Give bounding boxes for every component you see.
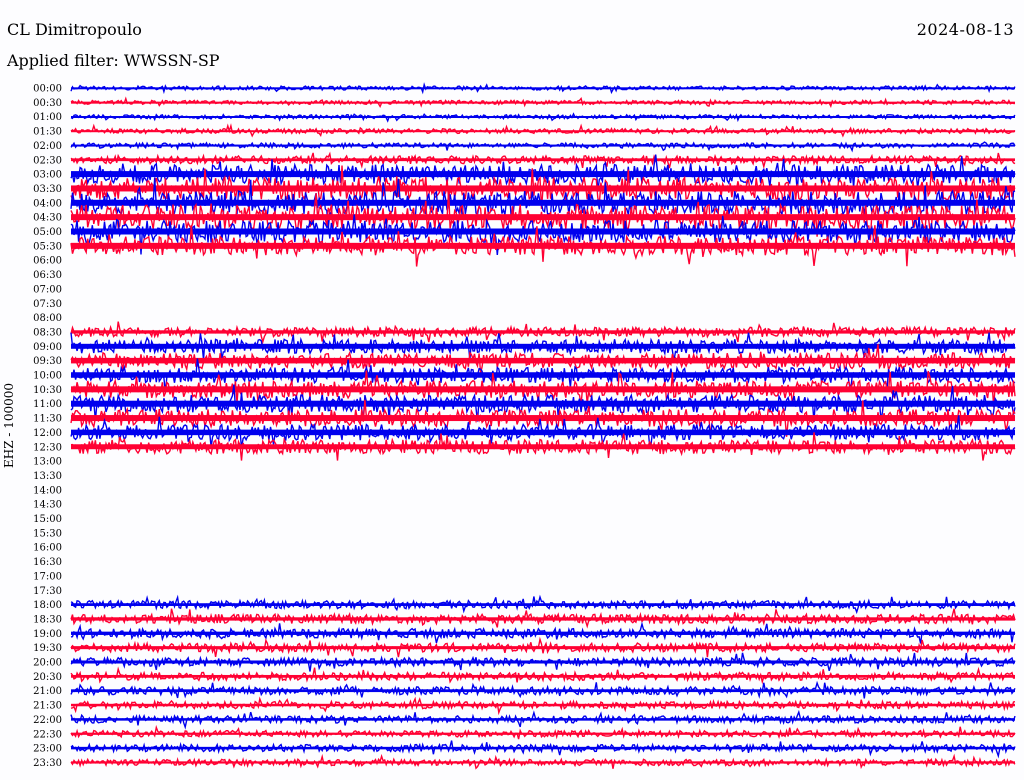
time-tick-label: 00:00 [33,84,62,95]
time-tick-label: 20:00 [33,658,62,669]
trace-baseline [71,130,1015,133]
trace-baseline [71,185,1015,192]
trace-baseline [71,415,1015,422]
time-tick-label: 17:00 [33,571,62,582]
trace-baseline [71,386,1015,393]
trace-baseline [71,158,1015,162]
trace-baseline [71,343,1015,349]
time-tick-label: 09:00 [33,342,62,353]
trace-baseline [71,703,1015,707]
time-tick-label: 22:00 [33,715,62,726]
time-tick-label: 17:30 [33,586,62,597]
trace-baseline [71,357,1015,364]
time-tick-label: 16:00 [33,543,62,554]
trace-baseline [71,746,1015,750]
trace-baseline [71,603,1015,606]
trace-baseline [71,372,1015,378]
trace-baseline [71,330,1015,334]
trace-baseline [71,761,1015,764]
trace-baseline [71,646,1015,650]
time-tick-label: 08:30 [33,327,62,338]
trace-baseline [71,144,1015,147]
time-tick-label: 07:00 [33,284,62,295]
trace-baseline [71,101,1015,104]
time-tick-label: 09:30 [33,356,62,367]
time-tick-label: 11:30 [33,414,62,425]
time-tick-label: 05:30 [33,241,62,252]
time-tick-label: 19:00 [33,629,62,640]
time-tick-label: 20:30 [33,672,62,683]
seismogram-page: CL Dimitropoulo 2024-08-13 Applied filte… [0,0,1024,780]
trace-baseline [71,214,1015,221]
time-tick-label: 18:00 [33,600,62,611]
time-tick-label: 14:00 [33,485,62,496]
time-tick-label: 21:30 [33,701,62,712]
time-tick-label: 02:30 [33,155,62,166]
time-tick-label: 13:00 [33,457,62,468]
time-tick-label: 02:00 [33,141,62,152]
trace-baseline [71,674,1015,678]
time-tick-label: 15:30 [33,528,62,539]
time-tick-label: 19:30 [33,643,62,654]
helicorder-plot: 00:00 00:30 01:00 01:30 02:00 02:30 03:00 03:30… [33,82,1016,770]
time-tick-label: 21:00 [33,686,62,697]
trace-baseline [71,171,1015,178]
time-tick-label: 23:30 [33,758,62,769]
trace-baseline [71,718,1015,721]
time-tick-label: 16:30 [33,557,62,568]
time-tick-label: 06:00 [33,256,62,267]
time-tick-label: 12:00 [33,428,62,439]
time-tick-label: 23:00 [33,744,62,755]
time-tick-label: 03:00 [33,170,62,181]
trace-baseline [71,660,1015,664]
time-tick-label: 22:30 [33,729,62,740]
time-tick-label: 03:30 [33,184,62,195]
trace-baseline [71,617,1015,621]
time-tick-label: 04:30 [33,213,62,224]
trace-baseline [71,400,1015,407]
trace-baseline [71,242,1015,249]
time-tick-label: 11:00 [33,399,62,410]
time-tick-label: 15:00 [33,514,62,525]
trace-baseline [71,116,1015,119]
trace-baseline [71,199,1015,206]
time-tick-label: 01:30 [33,127,62,138]
time-tick-label: 08:00 [33,313,62,324]
time-tick-label: 10:30 [33,385,62,396]
time-tick-label: 13:30 [33,471,62,482]
trace-baseline [71,87,1015,90]
time-tick-label: 12:30 [33,442,62,453]
time-tick-label: 14:30 [33,500,62,511]
trace-baseline [71,732,1015,735]
time-tick-label: 01:00 [33,112,62,123]
time-tick-label: 07:30 [33,299,62,310]
time-tick-label: 10:00 [33,371,62,382]
time-tick-label: 05:00 [33,227,62,238]
trace-baseline [71,444,1015,450]
time-tick-label: 06:30 [33,270,62,281]
time-tick-label: 04:00 [33,198,62,209]
trace-baseline [71,429,1015,436]
trace-baseline [71,631,1015,635]
time-tick-label: 00:30 [33,98,62,109]
time-tick-label: 18:30 [33,614,62,625]
trace-baseline [71,689,1015,693]
